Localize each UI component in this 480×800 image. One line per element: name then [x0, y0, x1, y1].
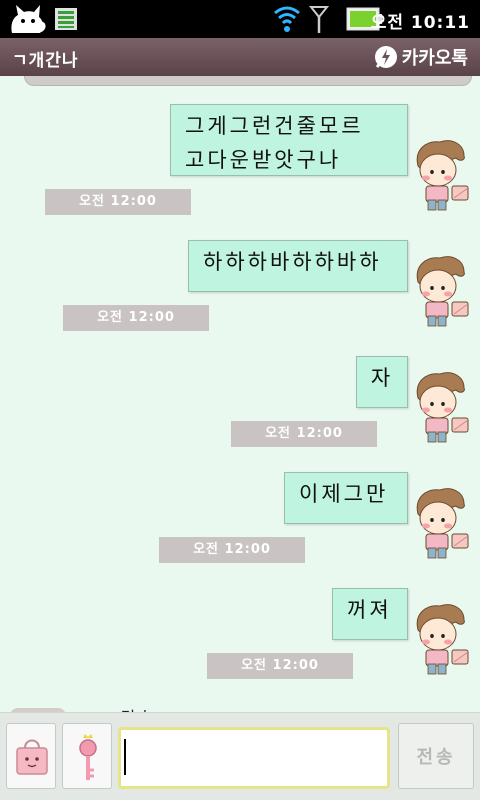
message-bubble[interactable]: 꺼져 [332, 588, 408, 640]
message-time: 오전 12:00 [63, 305, 209, 331]
emoticon-button[interactable] [6, 723, 56, 789]
clock: 오전 10:11 [370, 13, 470, 33]
message-line: 고다운받앗구나 [185, 148, 342, 172]
brand-logo: 카카오톡 [374, 44, 468, 70]
message-bubble[interactable]: 하하하바하하바하 [188, 240, 408, 292]
message-line: 자 [370, 366, 394, 390]
attach-button[interactable] [62, 723, 112, 789]
message-time: 오전 12:00 [231, 421, 377, 447]
avatar-icon[interactable] [410, 136, 474, 214]
message-line: 이제그만 [299, 482, 389, 506]
input-bar: 전송 [0, 712, 480, 800]
send-button[interactable]: 전송 [398, 723, 474, 789]
message-line: 하하하바하하바하 [203, 250, 382, 274]
sim-icon [55, 8, 77, 30]
avatar-icon[interactable] [410, 368, 474, 446]
message-line: 꺼져 [347, 598, 392, 622]
message-time: 오전 12:00 [207, 653, 353, 679]
lightning-speech-icon [374, 46, 397, 68]
message-bubble[interactable]: 자 [356, 356, 408, 408]
message-time: 오전 12:00 [45, 189, 191, 215]
message-time: 오전 12:00 [159, 537, 305, 563]
message-bubble[interactable]: 이제그만 [284, 472, 408, 524]
message-line: 그게그런건줄모르 [185, 114, 364, 138]
signal-icon [308, 6, 330, 33]
chat-title: ㄱ개간나 [12, 51, 79, 71]
partial-message: ㅠ갓ㅣ [104, 704, 154, 712]
wifi-icon [274, 6, 300, 32]
key-icon [79, 734, 97, 780]
shopping-bag-icon [16, 739, 48, 775]
status-bar: 오전 10:11 [0, 0, 480, 38]
avatar-icon[interactable] [410, 484, 474, 562]
message-input[interactable] [118, 727, 390, 789]
avatar-icon[interactable] [410, 252, 474, 330]
text-caret [124, 739, 126, 775]
cat-icon [11, 5, 46, 33]
message-bubble[interactable]: 그게그런건줄모르 고다운받앗구나 [170, 104, 408, 176]
previous-message-stub [24, 76, 472, 86]
avatar-icon[interactable] [410, 600, 474, 678]
brand-label: 카카오톡 [401, 48, 468, 69]
chat-header: ㄱ개간나 카카오톡 [0, 38, 480, 76]
chat-log[interactable]: 그게그런건줄모르 고다운받앗구나 오전 12:00 하하하바하하바하 오전 12… [0, 76, 480, 712]
